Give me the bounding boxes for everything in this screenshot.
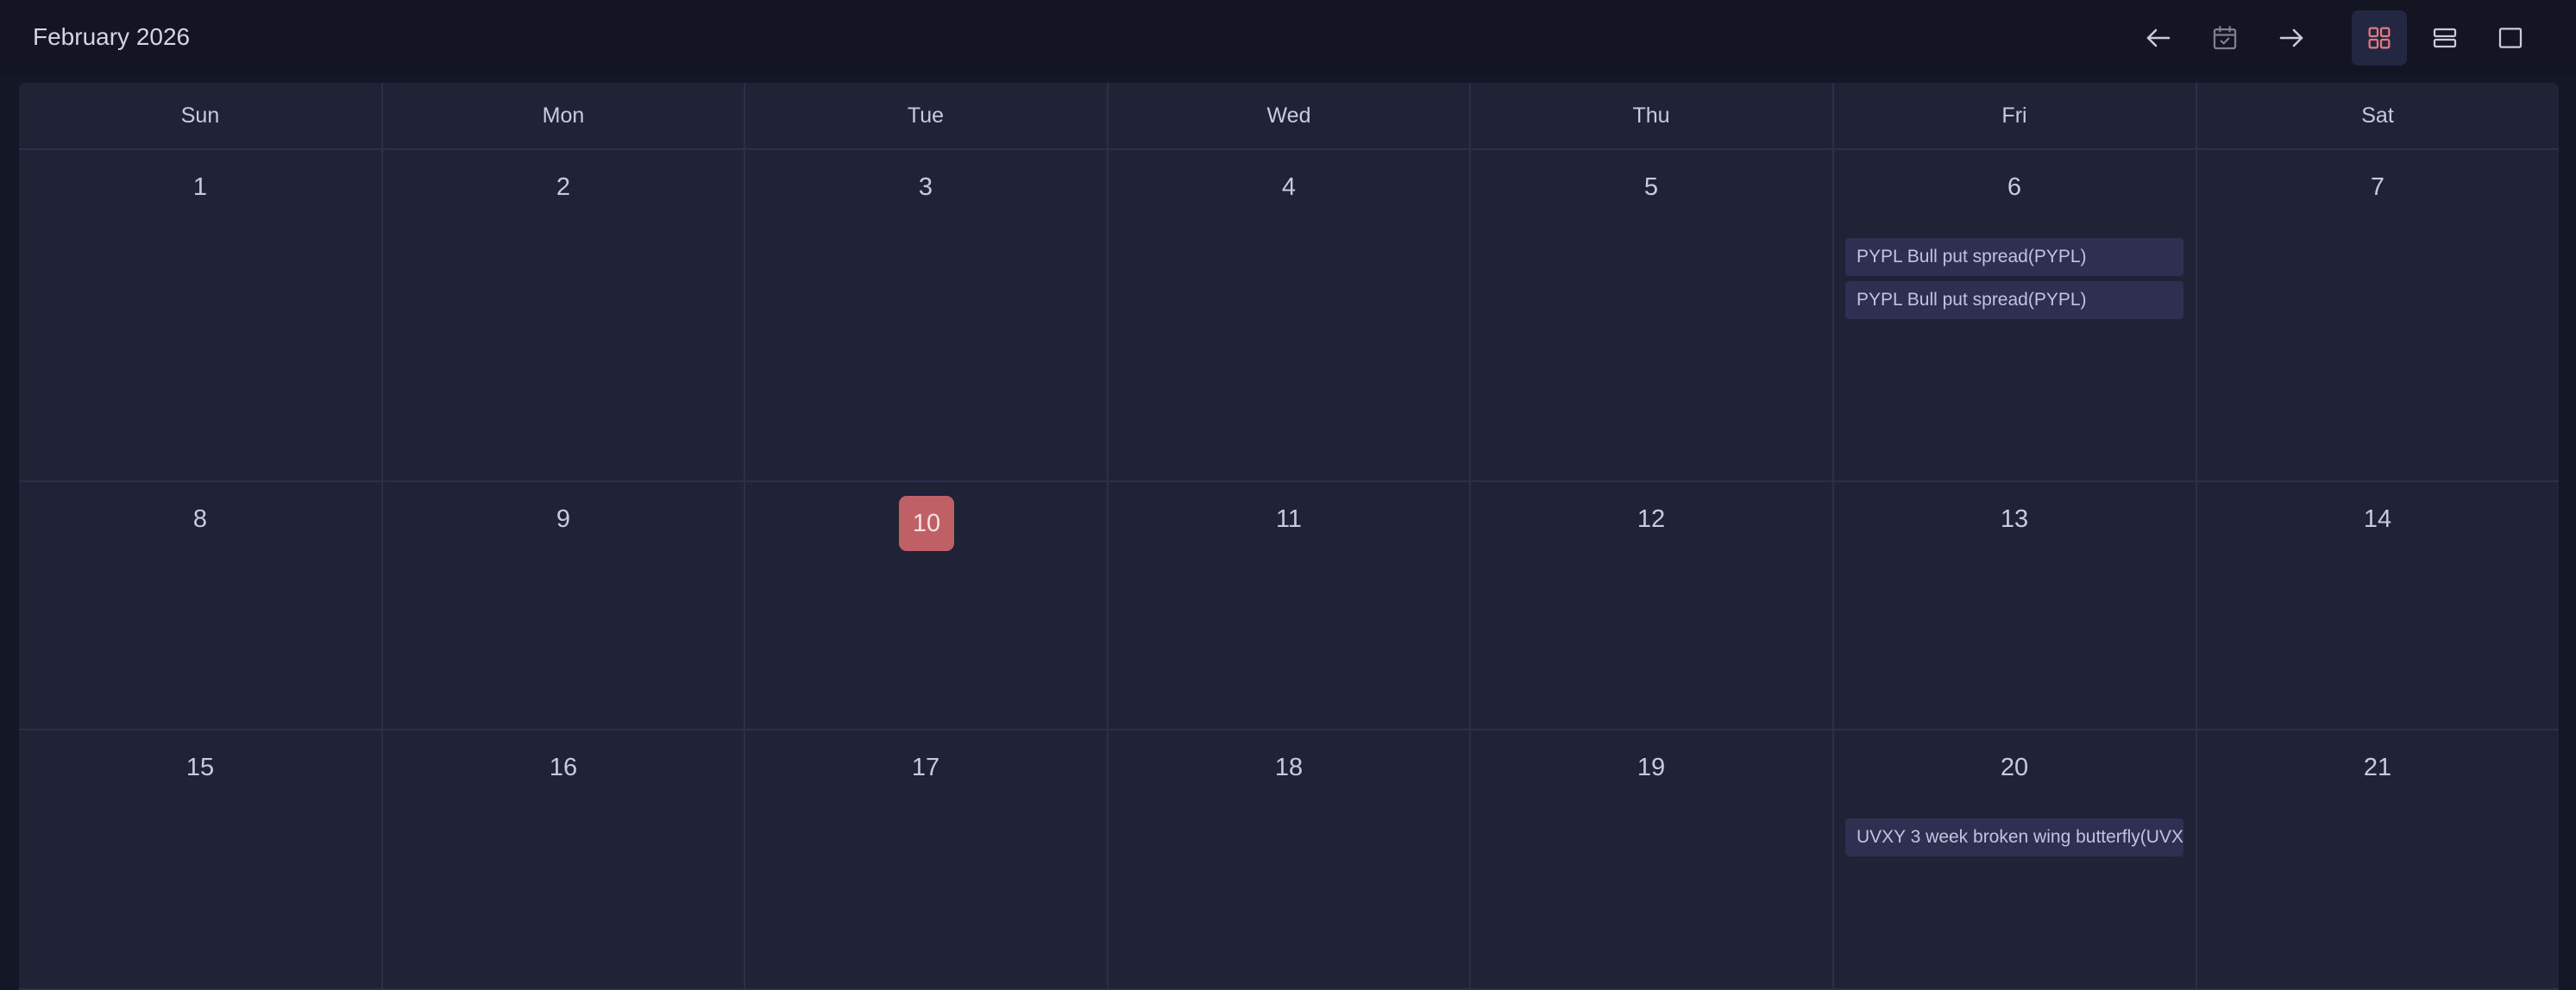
- calendar-header: February 2026: [0, 0, 2576, 76]
- day-cell-1[interactable]: 1: [19, 150, 381, 480]
- day-number: 8: [192, 505, 208, 533]
- weekday-fri: Fri: [2001, 103, 2027, 128]
- day-cell-9[interactable]: 9: [382, 482, 745, 729]
- day-number: 20: [2000, 754, 2029, 781]
- day-number: 16: [549, 754, 578, 781]
- day-number: 14: [2363, 505, 2392, 533]
- today-day-number: 10: [899, 496, 954, 551]
- week-row: 15 16 17 18 19 20 UVXY 3 week broken wing butt…: [19, 730, 2559, 990]
- column-divider: [1107, 83, 1109, 990]
- arrow-right-icon: [2279, 28, 2303, 47]
- day-cell-13[interactable]: 13: [1833, 482, 2196, 729]
- today-button[interactable]: [2197, 10, 2252, 66]
- calendar-check-icon: [2213, 26, 2237, 50]
- weekday-tue: Tue: [907, 103, 945, 128]
- day-cell-11[interactable]: 11: [1108, 482, 1470, 729]
- weekday-thu: Thu: [1632, 103, 1670, 128]
- column-divider: [1469, 83, 1471, 990]
- day-cell-16[interactable]: 16: [382, 730, 745, 988]
- day-number: 5: [1643, 173, 1659, 201]
- week-row: 8 9 10 11 12 13 14: [19, 482, 2559, 730]
- day-number: 7: [2370, 173, 2385, 201]
- column-divider: [381, 83, 383, 990]
- day-cell-3[interactable]: 3: [745, 150, 1107, 480]
- day-cell-10[interactable]: 10: [745, 482, 1107, 729]
- week-view-button[interactable]: [2417, 10, 2472, 66]
- day-number: 2: [556, 173, 571, 201]
- day-number: 6: [2007, 173, 2022, 201]
- day-number: 9: [556, 505, 571, 533]
- calendar-event[interactable]: PYPL Bull put spread(PYPL): [1845, 238, 2183, 276]
- weekday-sat: Sat: [2361, 103, 2394, 128]
- column-divider: [1832, 83, 1834, 990]
- week-row: 1 2 3 4 5 6 PYPL Bull put spread(PYPL) PYPL Bul…: [19, 150, 2559, 482]
- month-grid: Sun Mon Tue Wed Thu Fri Sat 1 2 3 4 5 6 PYPL Bull pu…: [19, 83, 2559, 990]
- next-month-button[interactable]: [2264, 10, 2319, 66]
- day-number: 3: [918, 173, 933, 201]
- weekday-header-row: Sun Mon Tue Wed Thu Fri Sat: [19, 83, 2559, 150]
- square-icon: [2498, 28, 2523, 48]
- day-number: 13: [2000, 505, 2029, 533]
- day-number: 4: [1281, 173, 1297, 201]
- day-number: 15: [185, 754, 215, 781]
- day-cell-17[interactable]: 17: [745, 730, 1107, 988]
- column-divider: [2196, 83, 2197, 990]
- day-cell-21[interactable]: 21: [2196, 730, 2559, 988]
- day-cell-19[interactable]: 19: [1470, 730, 1832, 988]
- day-number: 1: [192, 173, 208, 201]
- day-view-button[interactable]: [2483, 10, 2538, 66]
- day-cell-14[interactable]: 14: [2196, 482, 2559, 729]
- day-cell-7[interactable]: 7: [2196, 150, 2559, 480]
- day-cell-18[interactable]: 18: [1108, 730, 1470, 988]
- calendar-event[interactable]: PYPL Bull put spread(PYPL): [1845, 281, 2183, 319]
- day-cell-15[interactable]: 15: [19, 730, 381, 988]
- day-cell-2[interactable]: 2: [382, 150, 745, 480]
- day-cell-20[interactable]: 20 UVXY 3 week broken wing butterfly(UVXY…: [1833, 730, 2196, 988]
- weekday-wed: Wed: [1266, 103, 1311, 128]
- day-number: 21: [2363, 754, 2392, 781]
- day-cell-4[interactable]: 4: [1108, 150, 1470, 480]
- day-cell-12[interactable]: 12: [1470, 482, 1832, 729]
- day-cell-6[interactable]: 6 PYPL Bull put spread(PYPL) PYPL Bull put…: [1833, 150, 2196, 480]
- arrow-left-icon: [2146, 28, 2171, 47]
- grid-icon: [2368, 27, 2391, 49]
- rows-icon: [2433, 28, 2457, 48]
- day-cell-8[interactable]: 8: [19, 482, 381, 729]
- day-number: 17: [911, 754, 940, 781]
- calendar-event[interactable]: UVXY 3 week broken wing butterfly(UVXY): [1845, 818, 2183, 856]
- previous-month-button[interactable]: [2131, 10, 2186, 66]
- day-number: 12: [1637, 505, 1666, 533]
- day-number: 18: [1274, 754, 1304, 781]
- page-title: February 2026: [33, 23, 191, 50]
- column-divider: [744, 83, 745, 990]
- weekday-mon: Mon: [542, 103, 585, 128]
- day-number: 19: [1637, 754, 1666, 781]
- day-number: 11: [1275, 505, 1303, 533]
- month-view-button[interactable]: [2352, 10, 2407, 66]
- day-cell-5[interactable]: 5: [1470, 150, 1832, 480]
- weekday-sun: Sun: [180, 103, 220, 128]
